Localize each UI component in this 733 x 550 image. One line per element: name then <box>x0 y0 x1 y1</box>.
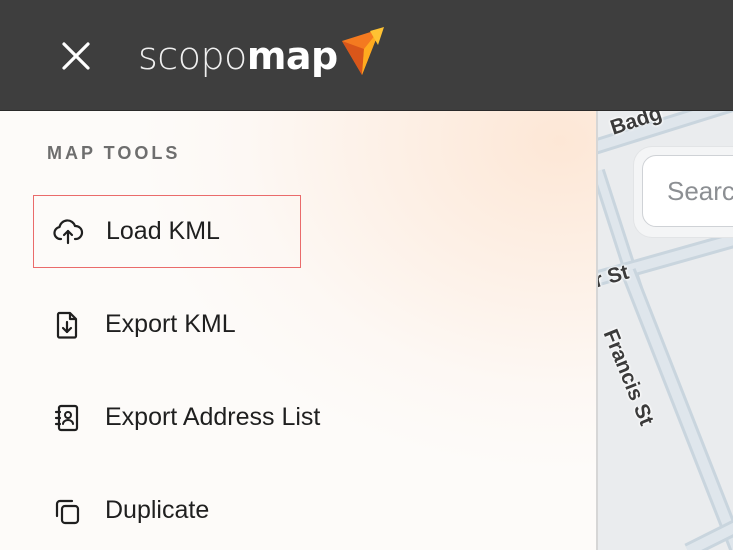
file-download-icon <box>47 305 87 345</box>
close-icon <box>62 42 90 70</box>
menu-item-label: Load KML <box>106 217 220 245</box>
duplicate-icon <box>47 491 87 531</box>
menu-item-load-kml[interactable]: Load KML <box>33 195 301 268</box>
menu-item-export-kml[interactable]: Export KML <box>33 288 301 361</box>
menu-item-duplicate[interactable]: Duplicate <box>33 474 301 547</box>
map-view[interactable]: Badg r St Francis St Search <box>598 111 733 550</box>
menu-item-label: Duplicate <box>105 496 210 524</box>
map-search-input[interactable]: Search <box>642 155 733 227</box>
logo-text: scopomap <box>138 37 338 75</box>
map-tools-panel: MAP TOOLS Load KML Export KML Export Add… <box>0 111 598 550</box>
logo-mark-icon <box>341 27 384 75</box>
search-placeholder: Search <box>667 176 733 206</box>
logo-text-bold: map <box>246 34 338 78</box>
scopomap-logo: scopomap <box>138 26 386 86</box>
top-bar: scopomap <box>0 0 733 111</box>
menu-item-label: Export Address List <box>105 403 321 431</box>
section-title: MAP TOOLS <box>47 143 181 163</box>
cloud-upload-icon <box>48 212 88 252</box>
menu-item-export-address-list[interactable]: Export Address List <box>33 381 320 454</box>
close-button[interactable] <box>56 36 96 76</box>
menu-item-label: Export KML <box>105 310 236 338</box>
logo-text-light: scopo <box>138 34 247 78</box>
map-search-box: Search <box>634 147 733 237</box>
address-book-icon <box>47 398 87 438</box>
app: scopomap MAP TOOLS Load KML Export KML E… <box>0 0 733 550</box>
